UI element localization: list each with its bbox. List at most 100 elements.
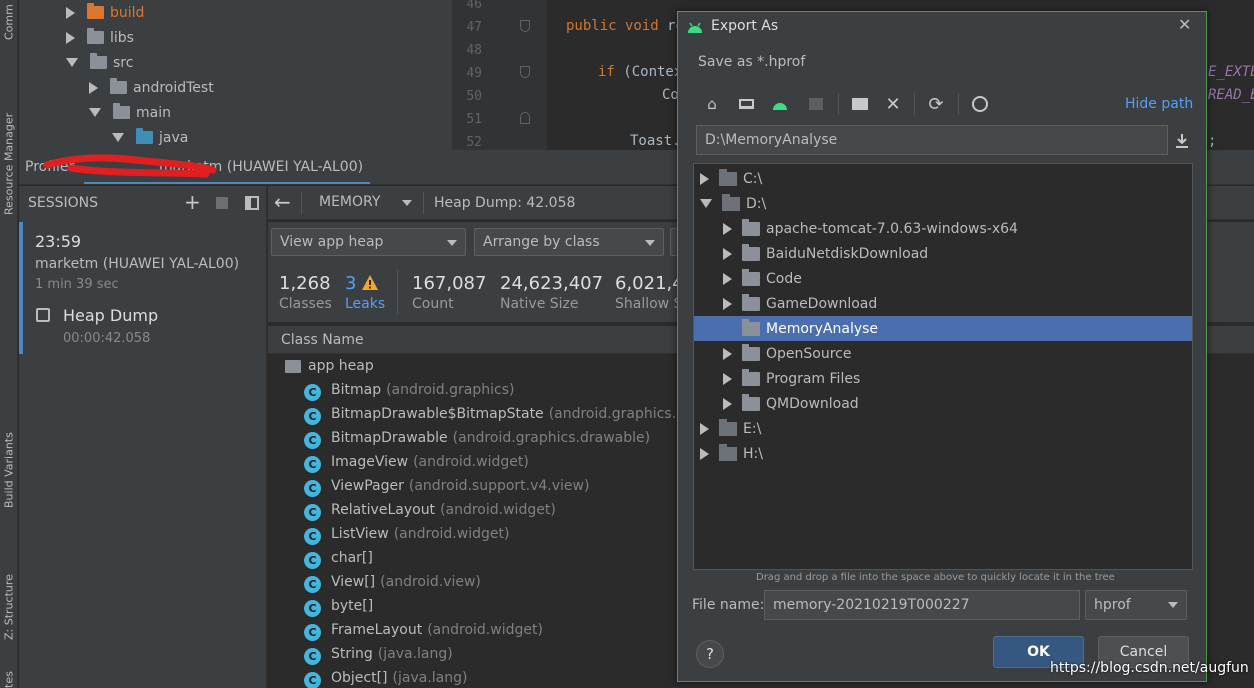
- class-name-column-header[interactable]: Class Name: [281, 332, 364, 348]
- memory-selector[interactable]: MEMORY: [319, 194, 380, 210]
- resource-manager-tool-tab[interactable]: Resource Manager: [0, 95, 18, 215]
- hide-path-link[interactable]: Hide path: [1125, 96, 1193, 112]
- arrange-combo[interactable]: Arrange by class: [474, 228, 664, 256]
- help-button[interactable]: ?: [696, 640, 724, 668]
- close-icon[interactable]: ✕: [1178, 15, 1191, 34]
- refresh-icon[interactable]: ⟳: [926, 94, 946, 115]
- class-row[interactable]: String (java.lang): [331, 646, 453, 662]
- session-item[interactable]: 23:59 marketm (HUAWEI YAL-AL00) 1 min 39…: [19, 222, 266, 354]
- class-row[interactable]: ListView (android.widget): [331, 526, 509, 542]
- class-row[interactable]: FrameLayout (android.widget): [331, 622, 543, 638]
- directory-tree-item[interactable]: MemoryAnalyse: [694, 316, 1192, 341]
- class-row[interactable]: BitmapDrawable (android.graphics.drawable…: [331, 430, 650, 446]
- directory-tree[interactable]: C:\ D:\ apache-tomcat-7.0.63-windows-x64 Ba…: [693, 163, 1193, 570]
- class-row[interactable]: byte[]: [331, 598, 378, 614]
- directory-tree-item[interactable]: apache-tomcat-7.0.63-windows-x64: [694, 216, 1192, 241]
- expand-arrow-icon[interactable]: [723, 347, 732, 360]
- expand-arrow-icon[interactable]: [723, 372, 732, 385]
- tree-item-main[interactable]: main: [89, 100, 171, 125]
- show-hidden-files-icon[interactable]: [970, 94, 990, 114]
- directory-tree-label: E:\: [743, 420, 762, 437]
- class-row[interactable]: Bitmap (android.graphics): [331, 382, 514, 398]
- expand-arrow-icon[interactable]: [723, 272, 732, 285]
- module-icon[interactable]: [806, 94, 826, 114]
- directory-tree-item[interactable]: BaiduNetdiskDownload: [694, 241, 1192, 266]
- structure-tool-tab[interactable]: Z: Structure: [0, 545, 18, 640]
- directory-tree-item[interactable]: Program Files: [694, 366, 1192, 391]
- class-row[interactable]: View[] (android.view): [331, 574, 481, 590]
- expand-arrow-icon[interactable]: [700, 447, 709, 460]
- desktop-icon[interactable]: [736, 94, 756, 114]
- class-package: (android.widget): [440, 502, 556, 518]
- directory-tree-item[interactable]: GameDownload: [694, 291, 1192, 316]
- directory-tree-item[interactable]: Code: [694, 266, 1192, 291]
- folder-icon: [742, 393, 760, 411]
- collapse-arrow-icon[interactable]: [112, 133, 124, 142]
- fold-marker-icon[interactable]: [520, 112, 530, 124]
- download-path-icon[interactable]: [1174, 132, 1190, 150]
- collapse-arrow-icon[interactable]: [66, 58, 78, 67]
- leaks-link[interactable]: Leaks: [345, 296, 385, 312]
- favorites-tool-tab[interactable]: tes: [0, 665, 18, 688]
- project-android-icon[interactable]: [770, 94, 790, 114]
- directory-tree-item[interactable]: D:\: [694, 191, 1192, 216]
- chevron-down-icon[interactable]: [402, 200, 412, 206]
- expand-arrow-icon[interactable]: [723, 297, 732, 310]
- expand-arrow-icon[interactable]: [89, 81, 98, 94]
- class-icon: C: [304, 624, 321, 641]
- class-name: Object[]: [331, 670, 388, 686]
- class-icon: C: [304, 648, 321, 665]
- tree-item-java[interactable]: java: [112, 125, 188, 150]
- class-package: (android.widget): [393, 526, 510, 542]
- expand-arrow-icon[interactable]: [723, 222, 732, 235]
- directory-tree-item[interactable]: C:\: [694, 166, 1192, 191]
- expand-arrow-icon[interactable]: [700, 422, 709, 435]
- app-heap-root[interactable]: app heap: [308, 358, 374, 374]
- file-type-select[interactable]: hprof: [1085, 590, 1187, 620]
- folder-icon: [90, 53, 107, 69]
- collapse-panel-icon[interactable]: [245, 196, 259, 210]
- leaks-count[interactable]: 3: [345, 273, 356, 294]
- line-number: 49: [466, 66, 482, 81]
- view-heap-combo[interactable]: View app heap: [271, 228, 466, 256]
- stop-session-icon[interactable]: [216, 197, 228, 209]
- expand-arrow-icon[interactable]: [700, 172, 709, 185]
- expand-arrow-icon[interactable]: [723, 397, 732, 410]
- directory-tree-item[interactable]: OpenSource: [694, 341, 1192, 366]
- back-arrow-icon[interactable]: ←: [274, 190, 291, 214]
- class-row[interactable]: RelativeLayout (android.widget): [331, 502, 556, 518]
- class-row[interactable]: ImageView (android.widget): [331, 454, 529, 470]
- collapse-arrow-icon[interactable]: [89, 108, 101, 117]
- path-input[interactable]: [696, 125, 1168, 155]
- expand-arrow-icon[interactable]: [723, 247, 732, 260]
- fold-marker-icon[interactable]: [520, 66, 530, 78]
- add-session-icon[interactable]: +: [184, 190, 201, 214]
- class-row[interactable]: ViewPager (android.support.v4.view): [331, 478, 589, 494]
- new-folder-icon[interactable]: [850, 94, 870, 114]
- build-variants-tool-tab[interactable]: Build Variants: [0, 408, 18, 508]
- class-name: RelativeLayout: [331, 502, 436, 518]
- tree-item-libs[interactable]: libs: [66, 25, 134, 50]
- tree-item-src[interactable]: src: [66, 50, 133, 75]
- collapse-arrow-icon[interactable]: [700, 199, 712, 208]
- class-row[interactable]: char[]: [331, 550, 378, 566]
- folder-icon: [742, 343, 760, 361]
- expand-arrow-icon[interactable]: [66, 6, 75, 19]
- commit-tool-tab[interactable]: Comm: [0, 0, 18, 40]
- fold-marker-icon[interactable]: [520, 20, 530, 32]
- directory-tree-label: apache-tomcat-7.0.63-windows-x64: [766, 220, 1018, 237]
- class-row[interactable]: BitmapDrawable$BitmapState (android.graph…: [331, 406, 699, 422]
- directory-tree-item[interactable]: H:\: [694, 441, 1192, 466]
- tree-item-build[interactable]: build: [66, 0, 144, 25]
- class-name: ImageView: [331, 454, 409, 470]
- toolbar-separator: [958, 93, 959, 115]
- file-name-input[interactable]: [764, 590, 1080, 620]
- delete-icon[interactable]: ✕: [883, 94, 903, 115]
- home-icon[interactable]: ⌂: [702, 94, 722, 114]
- directory-tree-item[interactable]: QMDownload: [694, 391, 1192, 416]
- class-row[interactable]: Object[] (java.lang): [331, 670, 467, 686]
- expand-arrow-icon[interactable]: [66, 31, 75, 44]
- directory-tree-item[interactable]: E:\: [694, 416, 1192, 441]
- tree-item-androidtest[interactable]: androidTest: [89, 75, 214, 100]
- heap-dump-label: Heap Dump: [63, 306, 159, 325]
